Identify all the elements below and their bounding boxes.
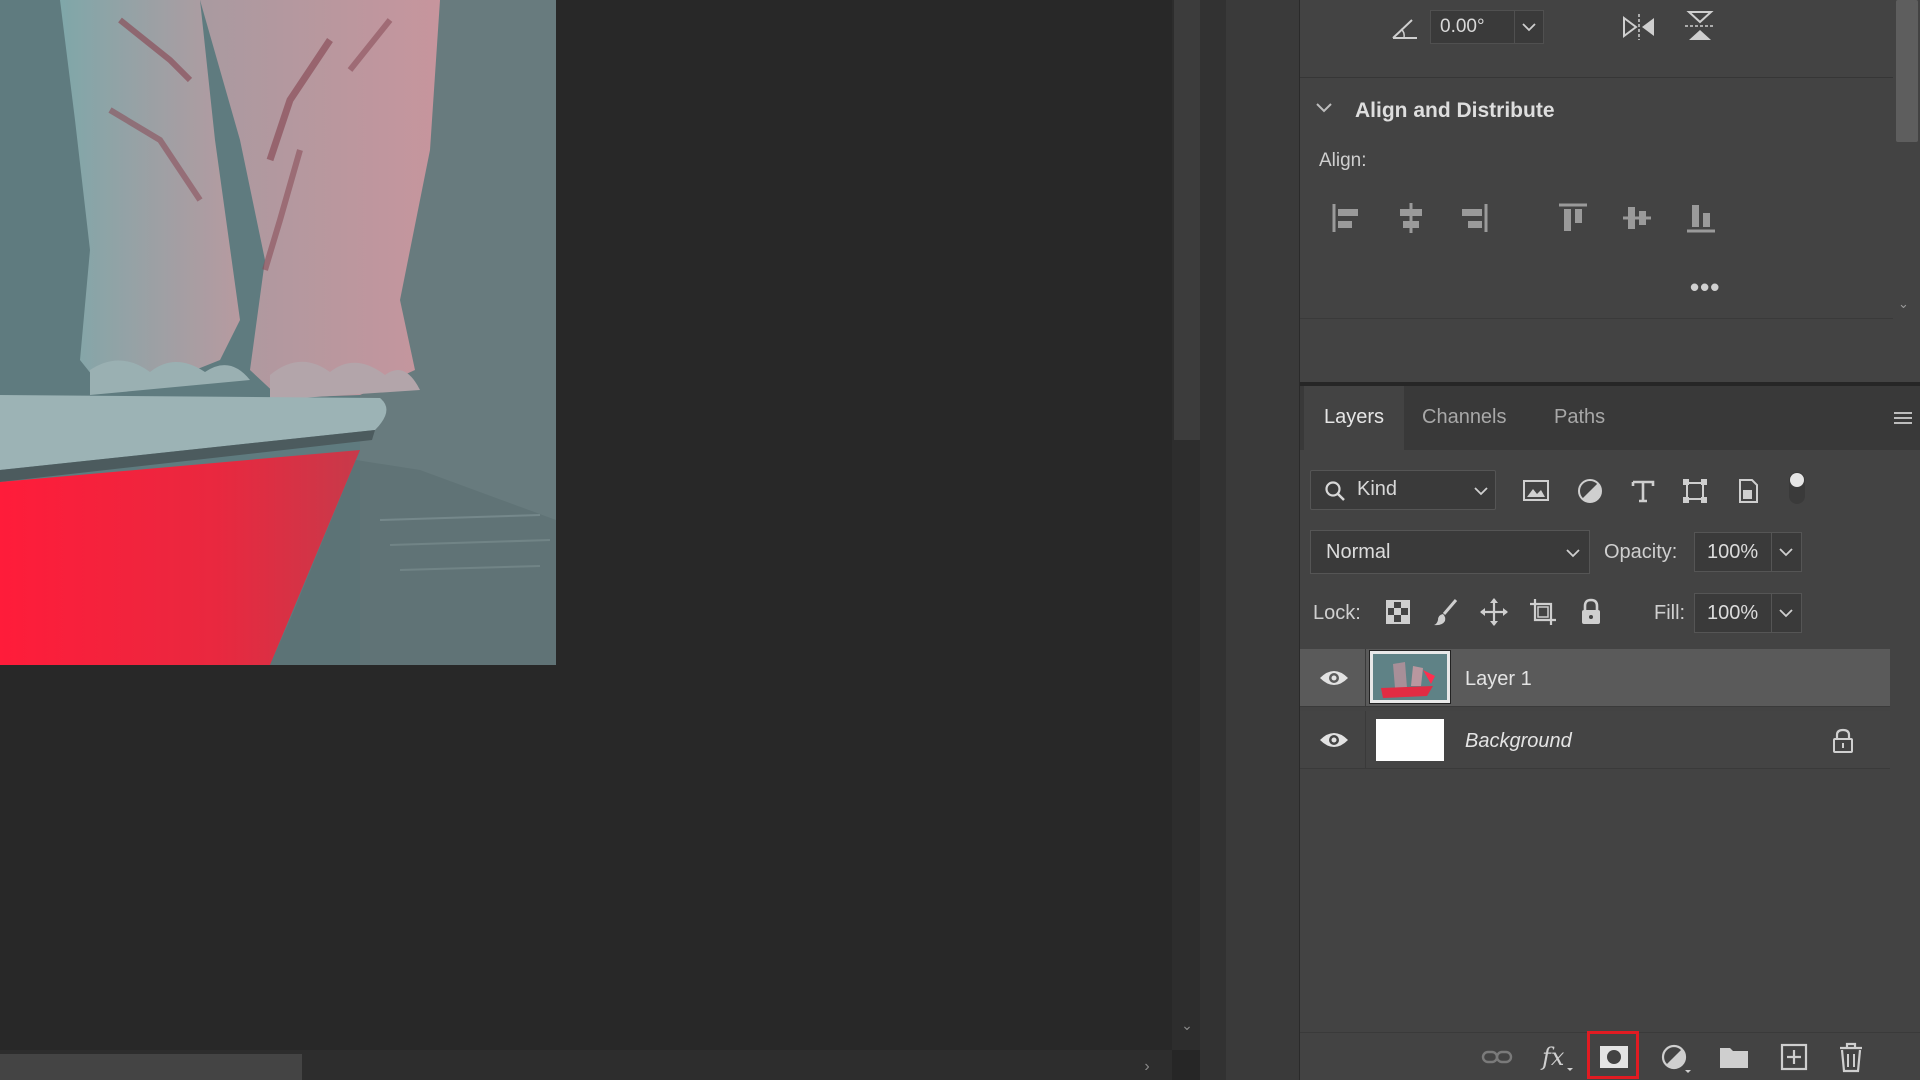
artwork-image: [0, 0, 556, 665]
new-group-folder-icon[interactable]: [1717, 1040, 1751, 1074]
filter-shape-layers-icon[interactable]: [1680, 476, 1710, 506]
blend-mode-value: Normal: [1326, 541, 1391, 563]
opacity-dropdown[interactable]: [1772, 532, 1802, 572]
collapsed-panel-dock: [1226, 0, 1300, 1080]
canvas-vertical-scroll-thumb[interactable]: [1174, 0, 1200, 440]
panel-gutter: [1200, 0, 1226, 1080]
lock-image-pixels-icon[interactable]: [1430, 596, 1462, 628]
scroll-down-arrow-icon[interactable]: ⌄: [1898, 296, 1909, 312]
tab-channels[interactable]: Channels: [1422, 386, 1507, 450]
fill-dropdown[interactable]: [1772, 593, 1802, 633]
lock-artboard-icon[interactable]: [1527, 596, 1559, 628]
chevron-down-icon: [1522, 23, 1536, 32]
chevron-down-icon: [1779, 548, 1793, 557]
filter-type-layers-icon[interactable]: [1628, 476, 1658, 506]
chevron-down-icon: [1566, 549, 1580, 558]
add-layer-mask-highlight: [1587, 1031, 1639, 1079]
document-canvas[interactable]: [0, 0, 1172, 1050]
rotation-angle-dropdown[interactable]: [1514, 10, 1544, 44]
more-options-button[interactable]: •••: [1690, 272, 1720, 303]
filter-toggle-switch[interactable]: [1786, 470, 1808, 506]
adjustment-layer-icon[interactable]: [1658, 1040, 1692, 1074]
lock-label: Lock:: [1313, 602, 1361, 624]
lock-all-icon[interactable]: [1575, 596, 1607, 628]
align-label: Align:: [1319, 150, 1367, 171]
opacity-label: Opacity:: [1604, 541, 1678, 563]
filter-adjustment-layers-icon[interactable]: [1575, 476, 1605, 506]
tab-layers[interactable]: Layers: [1304, 386, 1404, 450]
align-vertical-centers-icon[interactable]: [1620, 200, 1654, 236]
link-layers-icon[interactable]: [1480, 1040, 1514, 1074]
new-layer-icon[interactable]: [1777, 1040, 1811, 1074]
filter-pixel-layers-icon[interactable]: [1521, 476, 1551, 506]
opacity-input[interactable]: 100%: [1694, 532, 1772, 572]
filter-smart-objects-icon[interactable]: [1733, 476, 1763, 506]
duotone-photo: [0, 0, 556, 665]
transform-row: [1300, 0, 1893, 78]
align-right-edges-icon[interactable]: [1456, 200, 1490, 236]
fill-input[interactable]: 100%: [1694, 593, 1772, 633]
scroll-down-arrow-icon[interactable]: ⌄: [1180, 1018, 1194, 1032]
search-icon: [1325, 481, 1345, 501]
chevron-down-icon: [1779, 609, 1793, 618]
flip-vertical-icon[interactable]: [1683, 8, 1717, 44]
layer-thumbnail-image: [1373, 654, 1447, 700]
properties-scroll-thumb[interactable]: [1896, 0, 1918, 142]
lock-position-icon[interactable]: [1478, 596, 1510, 628]
align-bottom-edges-icon[interactable]: [1684, 200, 1718, 236]
fill-label: Fill:: [1654, 602, 1686, 624]
fx-layer-style-icon[interactable]: fx: [1539, 1040, 1573, 1074]
background-thumbnail[interactable]: [1376, 719, 1444, 761]
svg-text:fx: fx: [1540, 1043, 1565, 1071]
hamburger-menu-icon[interactable]: [1892, 410, 1914, 426]
chevron-down-icon: [1474, 487, 1488, 496]
layer-thumbnail[interactable]: [1369, 650, 1451, 704]
lock-icon[interactable]: [1830, 727, 1856, 755]
layer-name[interactable]: Background: [1465, 730, 1572, 753]
eye-icon[interactable]: [1318, 667, 1350, 689]
properties-bottom-strip: [1300, 318, 1893, 382]
align-top-edges-icon[interactable]: [1556, 200, 1590, 236]
angle-icon: [1392, 19, 1417, 39]
align-horizontal-centers-icon[interactable]: [1394, 200, 1428, 236]
flip-horizontal-icon[interactable]: [1620, 12, 1658, 42]
layer-name[interactable]: Layer 1: [1465, 668, 1532, 691]
align-distribute-title: Align and Distribute: [1355, 99, 1555, 122]
filter-kind-label: Kind: [1357, 478, 1398, 500]
canvas-horizontal-scroll-thumb[interactable]: [0, 1054, 302, 1080]
align-left-edges-icon[interactable]: [1330, 200, 1364, 236]
delete-layer-trash-icon[interactable]: [1834, 1040, 1868, 1074]
lock-transparent-pixels-icon[interactable]: [1382, 596, 1414, 628]
rotation-angle-input[interactable]: 0.00°: [1430, 10, 1514, 44]
tab-paths[interactable]: Paths: [1554, 386, 1605, 450]
eye-icon[interactable]: [1318, 729, 1350, 751]
chevron-down-icon[interactable]: [1314, 100, 1334, 116]
scroll-right-arrow-icon[interactable]: ›: [1140, 1059, 1154, 1075]
